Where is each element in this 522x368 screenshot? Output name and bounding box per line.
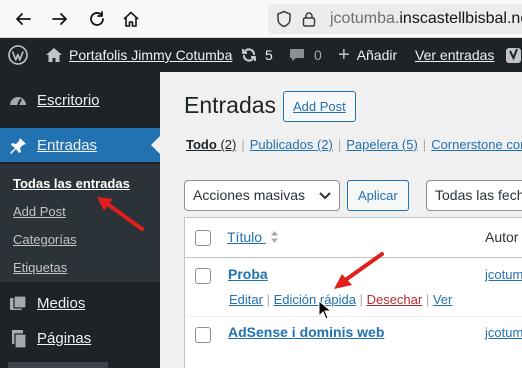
site-name-label: Portafolis Jimmy Cotumba — [69, 47, 233, 63]
view-link[interactable]: Ver — [433, 292, 453, 307]
quick-edit-link[interactable]: Edición rápida — [274, 292, 356, 307]
sidebar-item-label: Escritorio — [37, 91, 100, 109]
author-column-header: Autor — [485, 229, 519, 245]
trash-link[interactable]: Desechar — [367, 292, 423, 307]
sort-icon — [270, 231, 278, 243]
comment-icon — [290, 49, 304, 61]
filter-cornerstone[interactable]: Cornerstone con — [431, 137, 522, 152]
filter-all[interactable]: Todo (2) — [186, 137, 236, 152]
main-content: Entradas Add Post Todo (2) | Publicados (2… — [160, 72, 522, 368]
submenu-add-post[interactable]: Add Post — [13, 204, 66, 219]
lock-icon[interactable] — [302, 11, 316, 32]
bulk-actions-value: Acciones masivas — [193, 187, 306, 203]
edit-link[interactable]: Editar — [229, 292, 263, 307]
filter-label: Papelera — [346, 137, 399, 152]
url-domain: inscastellbisbal.net — [399, 10, 522, 27]
dates-filter-select[interactable]: Todas las fech — [426, 180, 522, 211]
row-checkbox[interactable] — [195, 268, 211, 284]
sidebar-item-partial — [8, 362, 108, 368]
submenu-all-posts[interactable]: Todas las entradas — [13, 176, 130, 191]
pages-icon — [8, 329, 28, 349]
submenu-categories[interactable]: Categorías — [13, 232, 77, 247]
wp-admin-bar: Portafolis Jimmy Cotumba 5 0 + Añadir Ve… — [0, 38, 522, 72]
url-subdomain: jcotumba. — [330, 10, 400, 27]
sidebar-item-media[interactable]: Medios — [0, 286, 160, 320]
filter-label: Publicados — [249, 137, 314, 152]
filter-count: (2) — [316, 137, 333, 152]
add-post-button[interactable]: Add Post — [283, 91, 356, 122]
url-text: jcotumba.inscastellbisbal.net/v — [330, 10, 522, 28]
view-posts-link[interactable]: Ver entradas — [415, 38, 494, 72]
plus-icon: + — [338, 44, 350, 66]
table-header: Título Autor — [185, 218, 522, 258]
comments-link[interactable]: 0 — [288, 38, 322, 72]
author-link[interactable]: jcotum — [485, 325, 522, 340]
row-checkbox[interactable] — [195, 327, 211, 343]
current-pointer-icon — [151, 136, 160, 154]
chevron-down-icon — [319, 192, 331, 200]
updates-count: 5 — [265, 47, 273, 63]
sidebar-item-label: Entradas — [37, 136, 98, 154]
filter-published[interactable]: Publicados (2) — [250, 137, 333, 152]
wordpress-logo-icon[interactable] — [8, 38, 28, 72]
sidebar-item-posts[interactable]: Entradas — [0, 128, 160, 162]
row-actions: Editar | Edición rápida | Desechar | Ver — [229, 292, 453, 307]
filter-trash[interactable]: Papelera (5) — [346, 137, 418, 152]
apply-button[interactable]: Aplicar — [347, 180, 409, 211]
table-row: Proba jcotum Editar | Edición rápida | D… — [185, 258, 522, 316]
admin-sidebar: Escritorio Entradas Todas las entradas A… — [0, 72, 160, 368]
media-icon — [8, 294, 28, 314]
house-icon — [46, 48, 62, 62]
sidebar-item-dashboard[interactable]: Escritorio — [0, 83, 160, 117]
filter-label: Todo — [186, 137, 217, 152]
yoast-icon[interactable] — [505, 38, 522, 72]
pin-icon — [8, 136, 28, 156]
updates-icon — [242, 48, 256, 62]
home-icon[interactable] — [120, 8, 142, 30]
post-title-link[interactable]: Proba — [228, 266, 268, 282]
dashboard-icon — [8, 91, 28, 111]
title-column-header[interactable]: Título — [227, 229, 279, 245]
forward-icon[interactable] — [49, 8, 71, 30]
mouse-cursor-icon — [318, 300, 332, 320]
posts-table: Título Autor Proba jcotum Editar | Edici… — [184, 217, 522, 368]
page-title: Entradas — [184, 92, 277, 118]
browser-toolbar: jcotumba.inscastellbisbal.net/v — [0, 0, 522, 38]
comments-count: 0 — [314, 47, 322, 63]
table-row: AdSense i dominis web jcotum — [185, 316, 522, 356]
dates-filter-value: Todas las fech — [435, 187, 522, 203]
new-label: Añadir — [356, 47, 398, 63]
column-label: Título — [227, 229, 263, 245]
bulk-actions-select[interactable]: Acciones masivas — [184, 180, 340, 211]
shield-icon[interactable] — [276, 10, 292, 33]
post-title-link[interactable]: AdSense i dominis web — [228, 324, 384, 340]
submenu-tags[interactable]: Etiquetas — [13, 260, 67, 275]
address-bar[interactable]: jcotumba.inscastellbisbal.net/v — [268, 4, 522, 34]
status-filters: Todo (2) | Publicados (2) | Papelera (5) | Cor… — [186, 137, 522, 152]
author-link[interactable]: jcotum — [485, 267, 522, 282]
sidebar-item-pages[interactable]: Páginas — [0, 321, 160, 355]
filter-count: (5) — [401, 137, 418, 152]
new-content-link[interactable]: + Añadir — [338, 38, 397, 72]
sidebar-item-label: Páginas — [37, 329, 92, 347]
back-icon[interactable] — [12, 8, 34, 30]
sidebar-item-label: Medios — [37, 294, 86, 312]
filter-count: (2) — [220, 137, 237, 152]
posts-submenu: Todas las entradas Add Post Categorías E… — [0, 164, 160, 282]
reload-icon[interactable] — [86, 8, 108, 30]
select-all-checkbox[interactable] — [195, 230, 211, 246]
site-home-link[interactable]: Portafolis Jimmy Cotumba — [45, 38, 232, 72]
updates-link[interactable]: 5 — [240, 38, 273, 72]
